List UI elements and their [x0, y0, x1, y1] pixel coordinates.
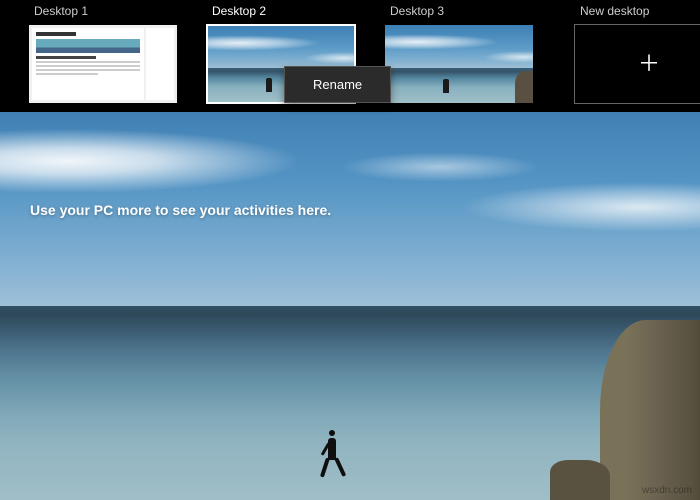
desktop-3-label: Desktop 3: [390, 4, 534, 18]
desktop-2-label: Desktop 2: [212, 4, 356, 18]
wallpaper-cloud: [460, 182, 700, 232]
desktop-3[interactable]: Desktop 3: [384, 4, 534, 104]
plus-icon: ＋: [638, 53, 660, 75]
desktop-1-thumbnail[interactable]: [28, 24, 178, 104]
activity-empty-message: Use your PC more to see your activities …: [30, 202, 331, 218]
new-desktop-button[interactable]: ＋: [574, 24, 700, 104]
context-menu: Rename: [284, 66, 391, 103]
thumb-app-window: [29, 25, 177, 103]
desktop-3-thumbnail[interactable]: [384, 24, 534, 104]
wallpaper-rock: [600, 320, 700, 500]
wallpaper-person: [320, 430, 344, 485]
wallpaper-cloud: [340, 152, 540, 182]
wallpaper-cloud: [0, 126, 320, 196]
watermark: wsxdn.com: [642, 485, 692, 496]
new-desktop[interactable]: New desktop ＋: [574, 4, 700, 104]
rename-menu-item[interactable]: Rename: [285, 67, 390, 102]
wallpaper-area: Use your PC more to see your activities …: [0, 112, 700, 500]
new-desktop-label: New desktop: [580, 4, 700, 18]
desktop-1[interactable]: Desktop 1: [28, 4, 178, 104]
desktop-1-label: Desktop 1: [34, 4, 178, 18]
